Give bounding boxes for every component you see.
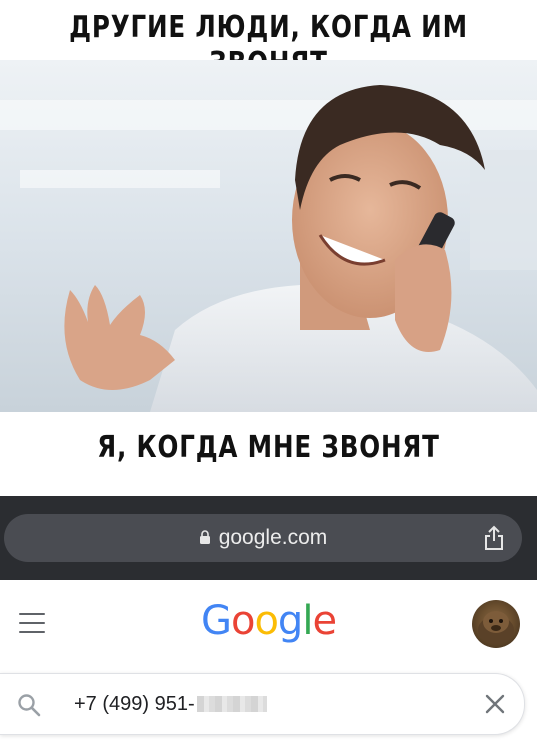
- google-header: Google: [0, 580, 537, 670]
- search-query: +7 (499) 951-: [74, 692, 195, 715]
- logo-letter-g: G: [200, 598, 232, 644]
- meme-photo: [0, 60, 537, 412]
- logo-letter-e: e: [312, 598, 337, 644]
- logo-letter-o2: o: [254, 598, 279, 644]
- search-icon: [18, 694, 41, 717]
- lock-icon: [199, 530, 210, 544]
- redacted-digits: [196, 696, 267, 712]
- logo-letter-o1: o: [230, 598, 256, 644]
- meme-bottom-caption: Я, КОГДА МНЕ ЗВОНЯТ: [97, 430, 440, 465]
- avatar[interactable]: [472, 600, 520, 648]
- share-icon[interactable]: [482, 525, 506, 551]
- logo-letter-l: l: [302, 598, 313, 644]
- search-box[interactable]: +7 (499) 951-: [0, 673, 525, 735]
- address-bar-content: google.com: [4, 514, 522, 562]
- url-text: google.com: [218, 526, 328, 549]
- google-logo[interactable]: Google: [0, 598, 537, 644]
- close-icon[interactable]: [484, 693, 506, 715]
- logo-letter-g2: g: [277, 598, 303, 644]
- browser-toolbar: google.com: [0, 496, 537, 580]
- search-input[interactable]: +7 (499) 951-: [74, 674, 267, 734]
- address-bar[interactable]: google.com: [4, 514, 522, 562]
